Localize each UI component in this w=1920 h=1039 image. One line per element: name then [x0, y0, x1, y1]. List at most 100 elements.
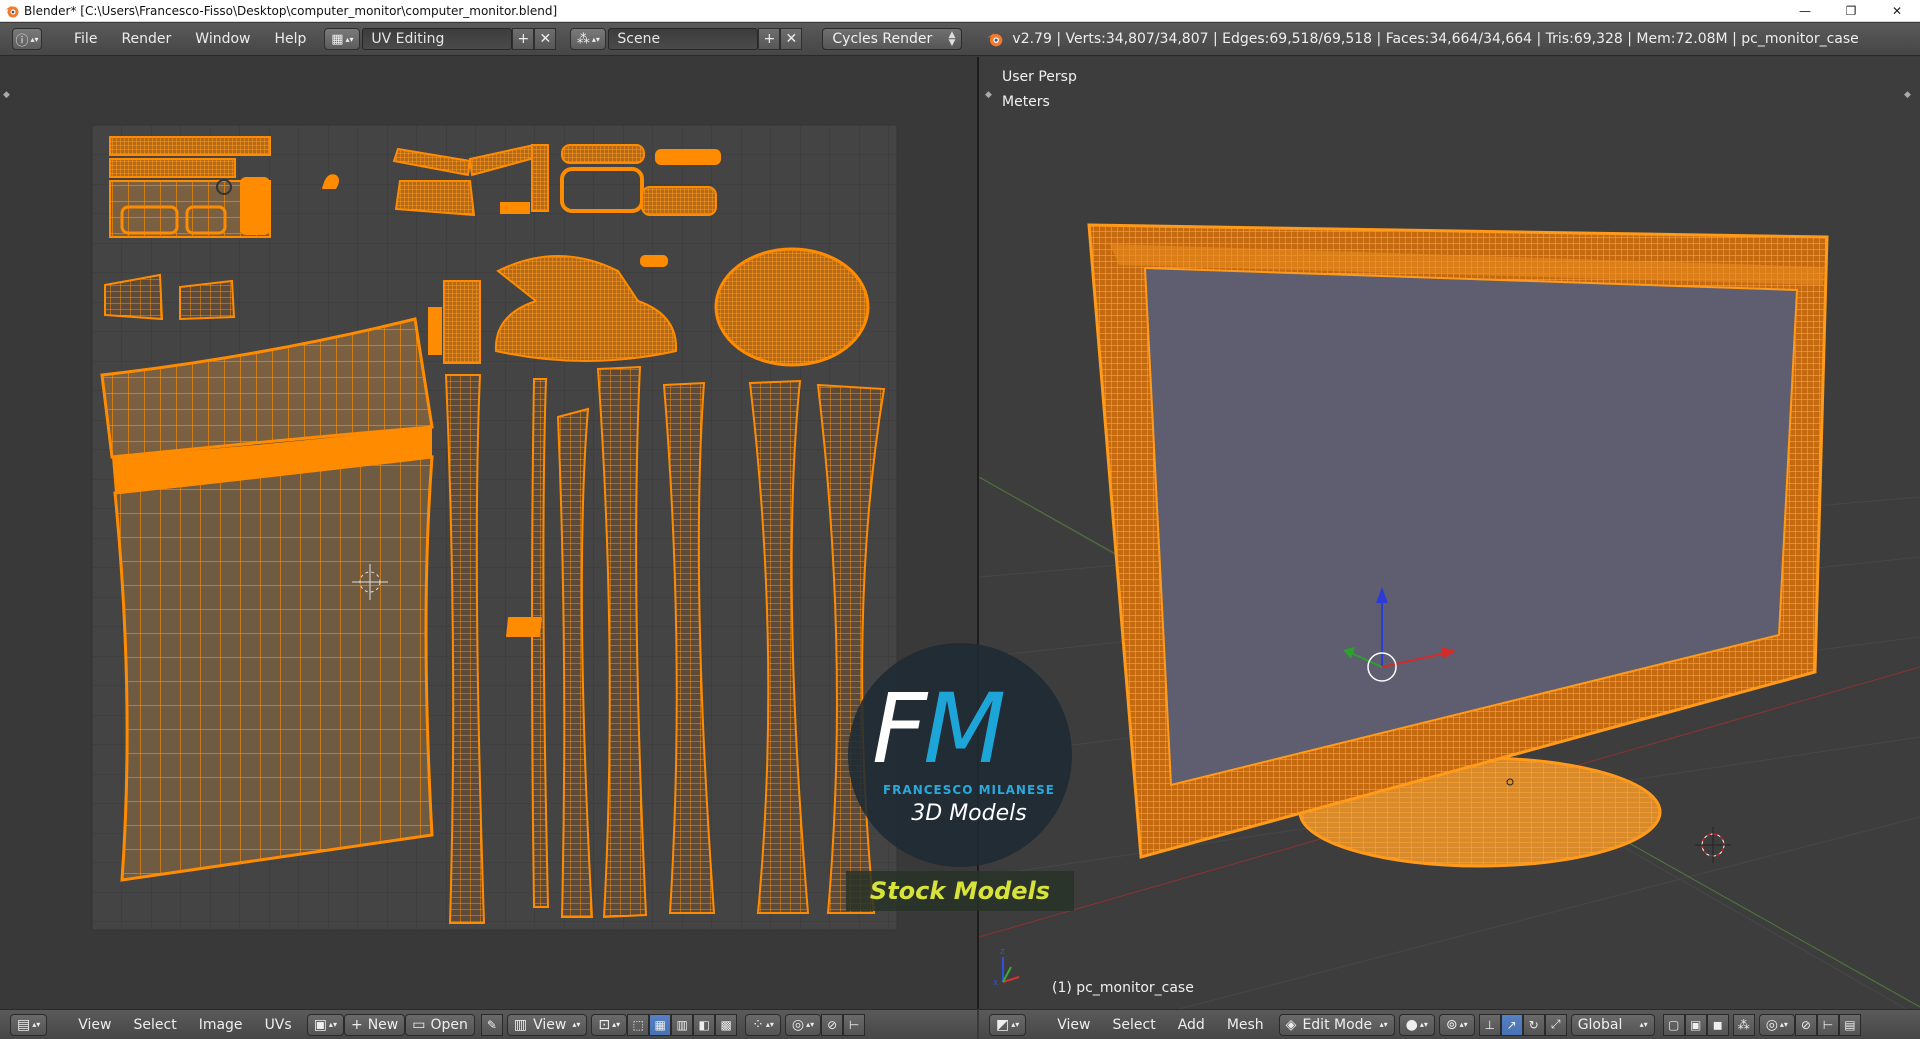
layer-icon[interactable]: ▢	[1662, 1013, 1685, 1036]
watermark-m: M	[923, 673, 1006, 785]
scene-selector-button[interactable]: ⁂ ▴▾	[570, 28, 607, 50]
editor-type-button[interactable]: ◩ ▴▾	[989, 1013, 1027, 1036]
uv-image-editor[interactable]: ◆	[0, 57, 977, 1009]
3d-view-icon: ◩	[996, 1016, 1010, 1033]
pin-icon[interactable]: ✎	[480, 1013, 503, 1036]
scene-name-field[interactable]: Scene	[608, 28, 759, 50]
watermark-name: FRANCESCO MILANESE	[882, 783, 1056, 797]
proportional-edit-button[interactable]: ◎ ▴▾	[784, 1013, 822, 1036]
pivot-point-dropdown[interactable]: ⊚ ▴▾	[1438, 1013, 1475, 1036]
window-titlebar: Blender* [C:\Users\Francesco-Fisso\Deskt…	[0, 0, 1920, 22]
3d-viewport[interactable]: z x ◆ ◆ User Persp Meters (1) pc_monitor…	[979, 57, 1920, 1009]
editor-type-info-button[interactable]: ⓘ ▴▾	[12, 28, 42, 50]
3d-cursor-icon[interactable]	[1695, 827, 1731, 863]
plus-icon: +	[763, 31, 776, 47]
vertex-mode-icon[interactable]: ▣	[1684, 1013, 1707, 1036]
snap-icon[interactable]: ⊘	[821, 1013, 844, 1036]
rotate-manipulator-icon[interactable]: ↻	[1522, 1013, 1545, 1036]
delete-scene-button[interactable]: ✕	[780, 28, 803, 50]
island-select-icon[interactable]: ▩	[715, 1013, 738, 1036]
uv-canvas[interactable]: ◆	[0, 57, 977, 1009]
monitor-screen	[1143, 266, 1799, 787]
menu-help[interactable]: Help	[262, 23, 318, 56]
delete-layout-button[interactable]: ✕	[534, 28, 557, 50]
pivot-icon: ⊡	[598, 1016, 611, 1033]
scene-icon: ⁂	[576, 31, 590, 47]
v3d-menu-view[interactable]: View	[1046, 1017, 1101, 1033]
transform-orientation-dropdown[interactable]: Global ▴▾	[1570, 1013, 1655, 1036]
minimize-button[interactable]: —	[1782, 0, 1828, 22]
snap-element-icon[interactable]: ⊢	[843, 1013, 866, 1036]
snap-icon[interactable]: ⊘	[1794, 1013, 1817, 1036]
menu-render[interactable]: Render	[109, 23, 183, 56]
snap-element-icon[interactable]: ⊢	[1816, 1013, 1839, 1036]
open-label: Open	[430, 1016, 468, 1033]
translate-manipulator-icon[interactable]: ↗	[1500, 1013, 1523, 1036]
vertex-select-icon[interactable]: ▦	[649, 1013, 672, 1036]
menu-window[interactable]: Window	[183, 23, 262, 56]
uv-menu-select[interactable]: Select	[123, 1017, 188, 1033]
info-header: ⓘ ▴▾ File Render Window Help ▦ ▴▾ UV Editi…	[0, 23, 1920, 56]
solid-shading-icon: ●	[1405, 1016, 1418, 1033]
render-preview-icon[interactable]: ▤	[1838, 1013, 1861, 1036]
editor-type-button[interactable]: ▤ ▴▾	[10, 1013, 48, 1036]
region-toggle-icon[interactable]: ◆	[1904, 90, 1911, 100]
region-toggle-icon[interactable]: ◆	[985, 90, 992, 100]
render-engine-value: Cycles Render	[832, 31, 933, 47]
pivot-button[interactable]: ⊡ ▴▾	[591, 1013, 628, 1036]
v3d-menu-add[interactable]: Add	[1167, 1017, 1216, 1033]
svg-text:z: z	[1000, 947, 1005, 957]
plus-icon: +	[517, 31, 530, 47]
watermark-logo: FM FRANCESCO MILANESE 3D Models Stock Mo…	[846, 643, 1074, 913]
folder-icon: ▭	[412, 1016, 426, 1033]
uv-menu-image[interactable]: Image	[188, 1017, 254, 1033]
v3d-menu-mesh[interactable]: Mesh	[1216, 1017, 1275, 1033]
watermark-stock: Stock Models	[846, 871, 1074, 911]
close-icon: ✕	[785, 31, 798, 47]
dropdown-arrows-icon: ▲ ▼	[948, 30, 956, 48]
occlude-geometry-icon[interactable]: ⁂	[1732, 1013, 1755, 1036]
info-icon: ⓘ	[15, 33, 29, 49]
view-mode-dropdown[interactable]: ▥ View ▴▾	[506, 1013, 588, 1036]
restore-button[interactable]: ❐	[1828, 0, 1874, 22]
blender-logo-icon	[987, 33, 1003, 47]
proportional-icon: ◎	[1765, 1016, 1778, 1033]
region-toggle-icon[interactable]: ◆	[3, 90, 10, 100]
layout-name-field[interactable]: UV Editing	[362, 28, 513, 50]
uv-menu-view[interactable]: View	[67, 1017, 122, 1033]
viewport-canvas[interactable]: z x ◆ ◆	[979, 57, 1920, 1009]
add-scene-button[interactable]: +	[758, 28, 781, 50]
edge-select-icon[interactable]: ▥	[671, 1013, 694, 1036]
svg-text:x: x	[993, 978, 999, 988]
render-engine-dropdown[interactable]: Cycles Render ▲ ▼	[822, 28, 963, 50]
uv-editor-header: ▤ ▴▾ View Select Image UVs ▣ ▴▾ + New ▭ Open…	[0, 1009, 977, 1039]
close-button[interactable]: ✕	[1874, 0, 1920, 22]
open-image-button[interactable]: ▭ Open	[405, 1013, 475, 1036]
menu-file[interactable]: File	[62, 23, 109, 56]
plus-icon: +	[350, 1016, 363, 1033]
face-mode-icon[interactable]: ◼	[1706, 1013, 1729, 1036]
new-image-button[interactable]: + New	[343, 1013, 406, 1036]
window-title: Blender* [C:\Users\Francesco-Fisso\Deskt…	[24, 3, 558, 18]
scale-manipulator-icon[interactable]: ⤢	[1544, 1013, 1567, 1036]
manipulator-toggle-icon[interactable]: ⊥	[1478, 1013, 1501, 1036]
image-editor-icon: ▤	[17, 1016, 31, 1033]
view-mode-value: View	[533, 1016, 567, 1033]
uv-menu-uvs[interactable]: UVs	[254, 1017, 303, 1033]
image-icon: ▣	[313, 1016, 327, 1033]
sync-selection-icon[interactable]: ⬚	[627, 1013, 650, 1036]
edit-mode-icon: ◈	[1285, 1016, 1297, 1033]
scene-stats: v2.79 | Verts:34,807/34,807 | Edges:69,5…	[1012, 31, 1859, 47]
add-layout-button[interactable]: +	[512, 28, 535, 50]
shading-dropdown[interactable]: ● ▴▾	[1398, 1013, 1435, 1036]
v3d-menu-select[interactable]: Select	[1102, 1017, 1167, 1033]
image-browse-button[interactable]: ▣ ▴▾	[306, 1013, 344, 1036]
watermark-subtitle: 3D Models	[911, 801, 1027, 826]
view-name-label: User Persp	[1002, 69, 1077, 85]
screen-layout-button[interactable]: ▦ ▴▾	[324, 28, 361, 50]
interaction-mode-dropdown[interactable]: ◈ Edit Mode ▴▾	[1278, 1013, 1395, 1036]
face-select-icon[interactable]: ◧	[693, 1013, 716, 1036]
sticky-mode-button[interactable]: ⁘ ▴▾	[745, 1013, 781, 1036]
pivot-icon: ⊚	[1445, 1016, 1458, 1033]
proportional-edit-button[interactable]: ◎ ▴▾	[1758, 1013, 1795, 1036]
